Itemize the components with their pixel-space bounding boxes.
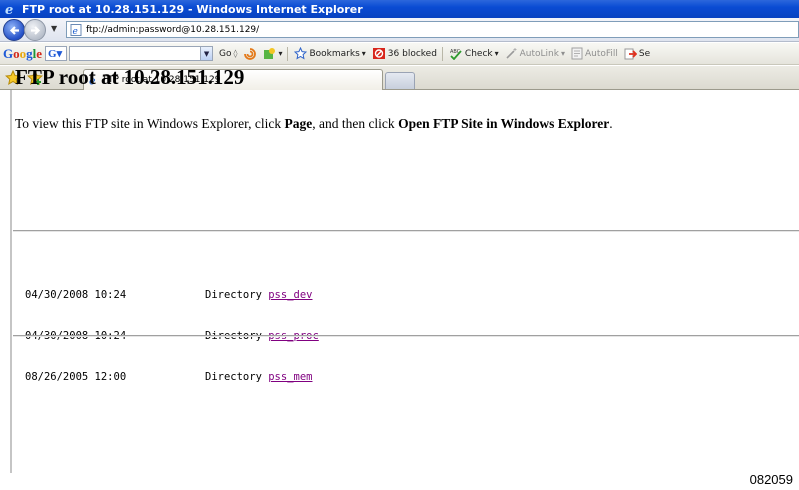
item-type: Directory <box>205 289 262 301</box>
form-icon <box>571 47 583 60</box>
autolink-button[interactable]: AutoLink ▾ <box>505 47 565 60</box>
google-logo: Google <box>3 45 43 61</box>
list-item: 08/26/2005 12:00 Directory pss_mem <box>25 371 319 385</box>
send-label: Se <box>638 48 651 59</box>
translate-button[interactable]: ▾ <box>263 47 282 60</box>
blocked-label: 36 blocked <box>387 48 437 59</box>
popup-blocker-button[interactable]: 36 blocked <box>372 47 437 60</box>
folder-link[interactable]: pss_mem <box>268 371 312 383</box>
autofill-button[interactable]: AutoFill <box>571 47 618 60</box>
spiral-icon <box>244 47 257 60</box>
figure-id: 082059 <box>749 472 793 487</box>
title-bar[interactable]: e FTP root at 10.28.151.129 - Windows In… <box>0 0 799 18</box>
svg-text:e: e <box>5 3 13 16</box>
magic-wand-icon <box>506 48 517 59</box>
url-text: ftp://admin:password@10.28.151.129/ <box>86 24 260 35</box>
go-button[interactable]: Go ◊ <box>219 49 237 59</box>
autofill-label: AutoFill <box>584 48 618 59</box>
spell-check-button[interactable]: ABC Check ▾ <box>449 47 499 60</box>
toolbar-separator <box>441 46 443 61</box>
dropdown-arrow-icon: ▾ <box>361 49 366 58</box>
forward-button[interactable] <box>24 19 46 41</box>
instruction-end: . <box>609 116 613 131</box>
send-arrow-icon <box>624 48 637 60</box>
item-type: Directory <box>205 371 262 383</box>
instruction-middle: , and then click <box>312 116 399 131</box>
directory-listing: 04/30/2008 10:24 Directory pss_dev 04/30/… <box>25 262 319 412</box>
new-tab-button[interactable] <box>385 72 415 89</box>
search-history-dropdown-icon[interactable]: ▼ <box>201 46 214 61</box>
bottom-divider <box>13 335 799 337</box>
check-label: Check <box>464 48 493 59</box>
back-arrow-icon <box>9 26 19 35</box>
item-date: 04/30/2008 10:24 <box>25 289 127 301</box>
page-menu-reference: Page <box>284 116 313 131</box>
instruction-prefix: To view this FTP site in Windows Explore… <box>15 116 285 131</box>
bookmarks-button[interactable]: Bookmarks ▾ <box>294 47 366 60</box>
arrows-icon: ◊ <box>233 49 238 58</box>
blocked-icon <box>372 48 385 59</box>
page-icon: e <box>70 23 82 36</box>
folder-link[interactable]: pss_dev <box>268 289 312 301</box>
forward-arrow-icon <box>31 26 41 35</box>
spellcheck-icon: ABC <box>450 49 462 60</box>
google-menu-button[interactable]: G▾ <box>45 46 68 61</box>
send-button[interactable]: Se <box>624 47 650 60</box>
puzzle-icon <box>264 48 276 59</box>
bookmarks-label: Bookmarks <box>309 48 360 59</box>
open-ftp-reference: Open FTP Site in Windows Explorer <box>398 116 610 131</box>
google-toolbar: Google G▾ ▼ Go ◊ ▾ Bookmarks ▾ 36 blocke… <box>0 43 799 65</box>
autolink-label: AutoLink <box>519 48 559 59</box>
go-label: Go <box>219 48 232 59</box>
toolbar-separator <box>287 46 289 61</box>
dropdown-arrow-icon: ▾ <box>560 49 565 58</box>
page-title: FTP root at 10.28.151.129 <box>15 65 245 89</box>
back-button[interactable] <box>3 19 25 41</box>
instruction-text: To view this FTP site in Windows Explore… <box>15 116 613 132</box>
ie-logo-icon: e <box>4 2 18 16</box>
history-dropdown-icon[interactable]: ▼ <box>51 24 57 33</box>
svg-text:e: e <box>73 27 78 36</box>
top-divider <box>13 230 799 232</box>
google-search-input[interactable] <box>69 46 202 61</box>
address-bar: ▼ e ftp://admin:password@10.28.151.129/ <box>0 18 799 42</box>
list-item: 04/30/2008 10:24 Directory pss_proc <box>25 330 319 344</box>
address-field[interactable]: e ftp://admin:password@10.28.151.129/ <box>66 21 799 38</box>
window-title: FTP root at 10.28.151.129 - Windows Inte… <box>22 2 363 16</box>
pagerank-button[interactable] <box>243 47 257 61</box>
dropdown-arrow-icon: ▾ <box>494 49 499 58</box>
browser-window: e FTP root at 10.28.151.129 - Windows In… <box>0 0 799 473</box>
item-date: 08/26/2005 12:00 <box>25 371 127 383</box>
dropdown-arrow-icon: ▾ <box>278 49 283 58</box>
list-item: 04/30/2008 10:24 Directory pss_dev <box>25 289 319 303</box>
star-icon <box>294 47 308 60</box>
